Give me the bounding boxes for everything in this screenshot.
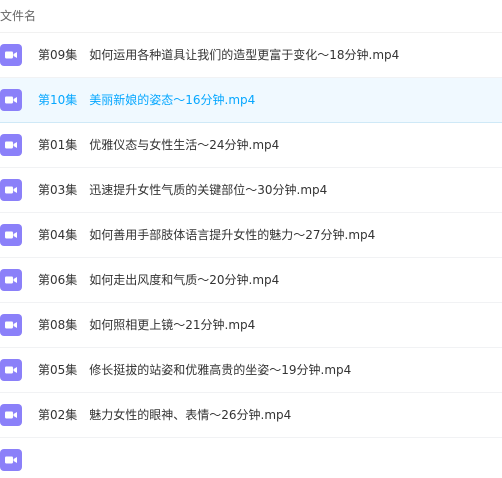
video-file-icon — [0, 359, 22, 381]
file-title: 如何运用各种道具让我们的造型更富于变化～18分钟.mp4 — [89, 48, 400, 62]
file-title: 迅速提升女性气质的关键部位～30分钟.mp4 — [89, 183, 328, 197]
episode-label: 第06集 — [38, 273, 78, 287]
episode-label: 第10集 — [38, 93, 78, 107]
episode-label: 第08集 — [38, 318, 78, 332]
file-row-partial[interactable] — [0, 438, 502, 478]
video-file-icon — [0, 134, 22, 156]
file-row[interactable]: 第04集 如何善用手部肢体语言提升女性的魅力～27分钟.mp4 — [0, 213, 502, 258]
file-name: 第04集 如何善用手部肢体语言提升女性的魅力～27分钟.mp4 — [38, 213, 375, 258]
video-file-icon — [0, 89, 22, 111]
file-row[interactable]: 第06集 如何走出风度和气质～20分钟.mp4 — [0, 258, 502, 303]
file-title: 美丽新娘的姿态～16分钟.mp4 — [89, 93, 256, 107]
episode-label: 第05集 — [38, 363, 78, 377]
file-title: 如何照相更上镜～21分钟.mp4 — [89, 318, 256, 332]
video-file-icon — [0, 449, 22, 471]
file-title: 如何善用手部肢体语言提升女性的魅力～27分钟.mp4 — [89, 228, 376, 242]
file-row[interactable]: 第08集 如何照相更上镜～21分钟.mp4 — [0, 303, 502, 348]
file-row[interactable]: 第01集 优雅仪态与女性生活～24分钟.mp4 — [0, 123, 502, 168]
file-name: 第03集 迅速提升女性气质的关键部位～30分钟.mp4 — [38, 168, 327, 213]
file-name: 第06集 如何走出风度和气质～20分钟.mp4 — [38, 258, 279, 303]
column-header-filename[interactable]: 文件名 — [0, 0, 502, 33]
file-name: 第05集 修长挺拔的站姿和优雅高贵的坐姿～19分钟.mp4 — [38, 348, 351, 393]
file-row[interactable]: 第05集 修长挺拔的站姿和优雅高贵的坐姿～19分钟.mp4 — [0, 348, 502, 393]
file-list: 文件名 第09集 如何运用各种道具让我们的造型更富于变化～18分钟.mp4 第10… — [0, 0, 502, 478]
episode-label: 第04集 — [38, 228, 78, 242]
file-row[interactable]: 第09集 如何运用各种道具让我们的造型更富于变化～18分钟.mp4 — [0, 33, 502, 78]
video-file-icon — [0, 224, 22, 246]
file-title: 如何走出风度和气质～20分钟.mp4 — [89, 273, 280, 287]
video-file-icon — [0, 44, 22, 66]
episode-label: 第03集 — [38, 183, 78, 197]
file-name: 第09集 如何运用各种道具让我们的造型更富于变化～18分钟.mp4 — [38, 33, 399, 78]
file-rows: 第09集 如何运用各种道具让我们的造型更富于变化～18分钟.mp4 第10集 美丽新… — [0, 33, 502, 478]
video-file-icon — [0, 314, 22, 336]
file-row[interactable]: 第03集 迅速提升女性气质的关键部位～30分钟.mp4 — [0, 168, 502, 213]
file-title: 修长挺拔的站姿和优雅高贵的坐姿～19分钟.mp4 — [89, 363, 352, 377]
episode-label: 第01集 — [38, 138, 78, 152]
file-name: 第01集 优雅仪态与女性生活～24分钟.mp4 — [38, 123, 279, 168]
video-file-icon — [0, 179, 22, 201]
episode-label: 第09集 — [38, 48, 78, 62]
file-row-selected[interactable]: 第10集 美丽新娘的姿态～16分钟.mp4 — [0, 78, 502, 123]
file-name: 第08集 如何照相更上镜～21分钟.mp4 — [38, 303, 255, 348]
video-file-icon — [0, 269, 22, 291]
video-file-icon — [0, 404, 22, 426]
file-title: 优雅仪态与女性生活～24分钟.mp4 — [89, 138, 280, 152]
file-name: 第02集 魅力女性的眼神、表情～26分钟.mp4 — [38, 393, 291, 438]
file-title: 魅力女性的眼神、表情～26分钟.mp4 — [89, 408, 292, 422]
episode-label: 第02集 — [38, 408, 78, 422]
file-name: 第10集 美丽新娘的姿态～16分钟.mp4 — [38, 78, 255, 123]
file-row[interactable]: 第02集 魅力女性的眼神、表情～26分钟.mp4 — [0, 393, 502, 438]
